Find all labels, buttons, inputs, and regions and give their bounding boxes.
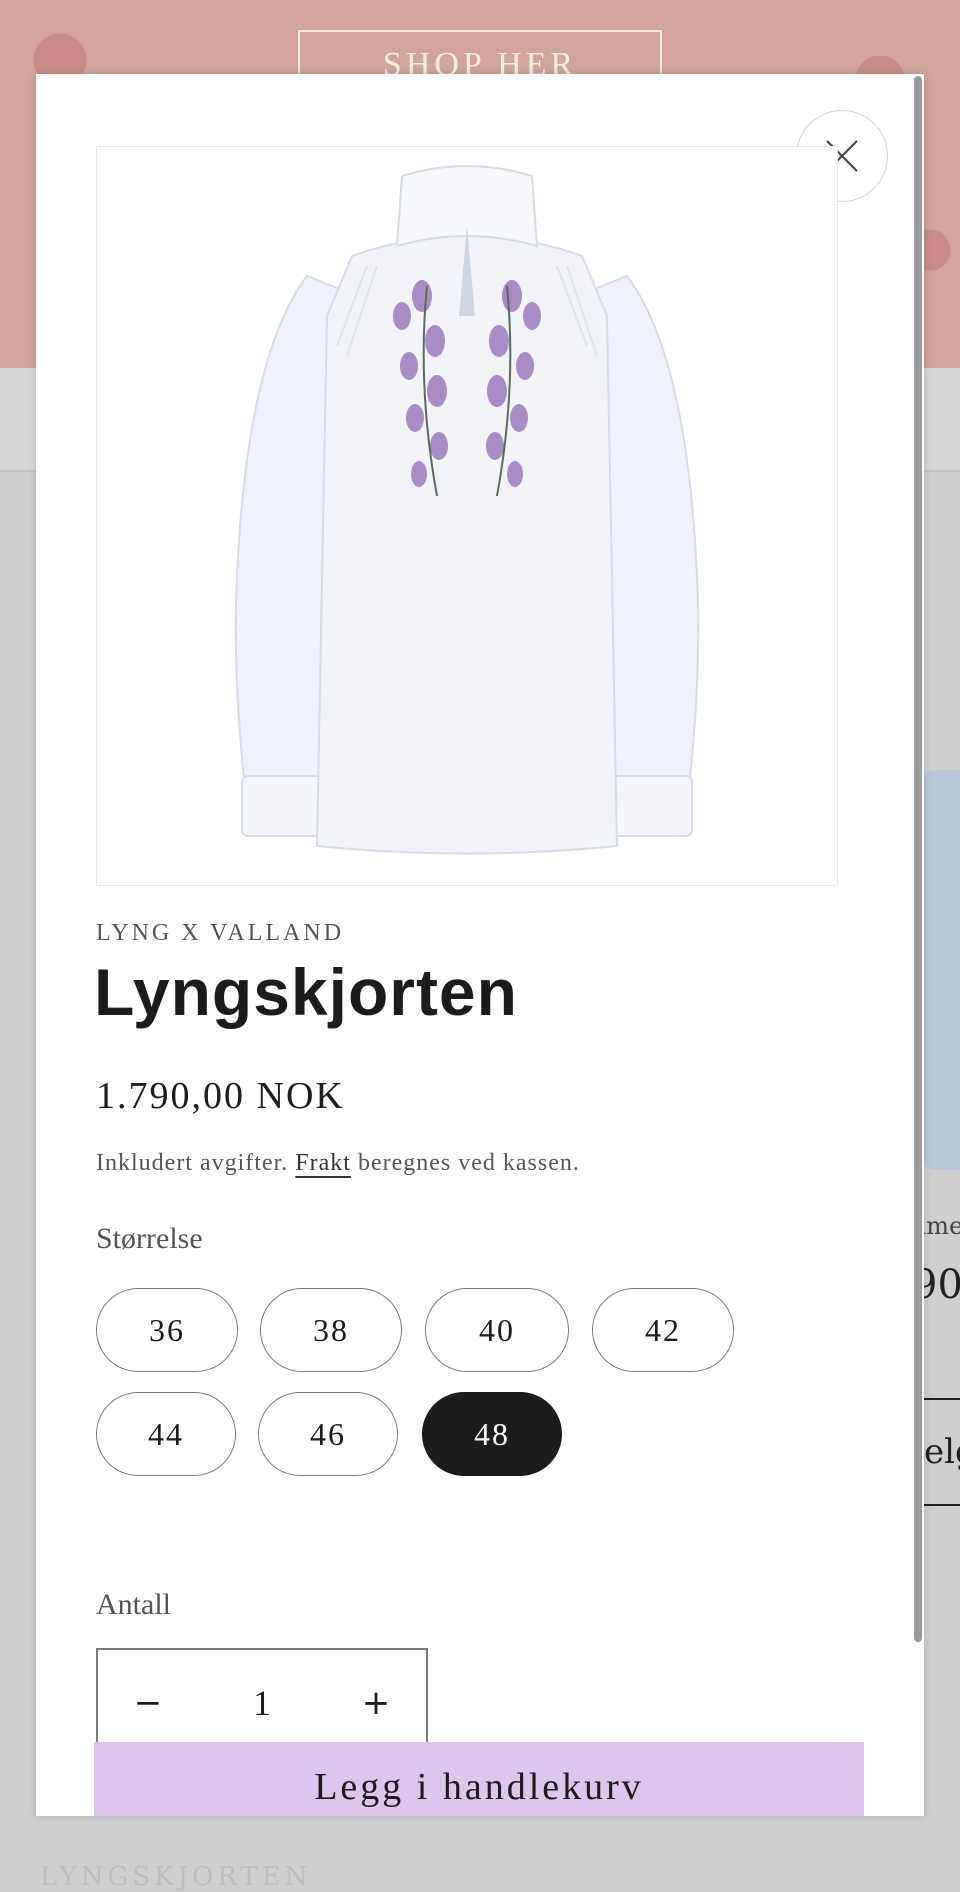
tax-shipping-note: Inkludert avgifter. Frakt beregnes ved k…: [96, 1150, 876, 1186]
minus-icon: −: [133, 1683, 163, 1723]
product-image[interactable]: [96, 146, 838, 886]
size-option-42[interactable]: 42: [592, 1288, 734, 1372]
tax-note-prefix: Inkludert avgifter.: [96, 1150, 289, 1176]
quantity-decrease-button[interactable]: −: [98, 1650, 198, 1756]
product-vendor: LYNG X VALLAND: [96, 920, 345, 946]
quantity-input[interactable]: [198, 1650, 326, 1756]
background-product-image[interactable]: [918, 770, 960, 1170]
size-option-40[interactable]: 40: [425, 1288, 569, 1372]
background-footer-text: LYNGSKJORTEN: [40, 1862, 312, 1892]
add-to-cart-button[interactable]: Legg i handlekurv: [94, 1742, 864, 1816]
background-select-button[interactable]: elg: [924, 1398, 960, 1506]
shirt-illustration: [234, 165, 700, 855]
quick-add-modal: LYNG X VALLAND Lyngskjorten 1.790,00 NOK…: [36, 74, 924, 1816]
shipping-link[interactable]: Frakt: [295, 1150, 351, 1176]
quantity-increase-button[interactable]: +: [326, 1650, 426, 1756]
size-option-36[interactable]: 36: [96, 1288, 238, 1372]
modal-scrollbar[interactable]: [914, 76, 922, 1642]
product-title: Lyngskjorten: [94, 955, 518, 1029]
size-option-38[interactable]: 38: [260, 1288, 402, 1372]
size-option-44[interactable]: 44: [96, 1392, 236, 1476]
product-price: 1.790,00 NOK: [96, 1075, 345, 1117]
size-label: Størrelse: [96, 1222, 203, 1255]
size-option-46[interactable]: 46: [258, 1392, 398, 1476]
plus-icon: +: [361, 1683, 391, 1723]
tax-note-suffix: beregnes ved kassen.: [357, 1150, 580, 1176]
size-option-48[interactable]: 48: [422, 1392, 562, 1476]
quantity-label: Antall: [96, 1588, 171, 1621]
